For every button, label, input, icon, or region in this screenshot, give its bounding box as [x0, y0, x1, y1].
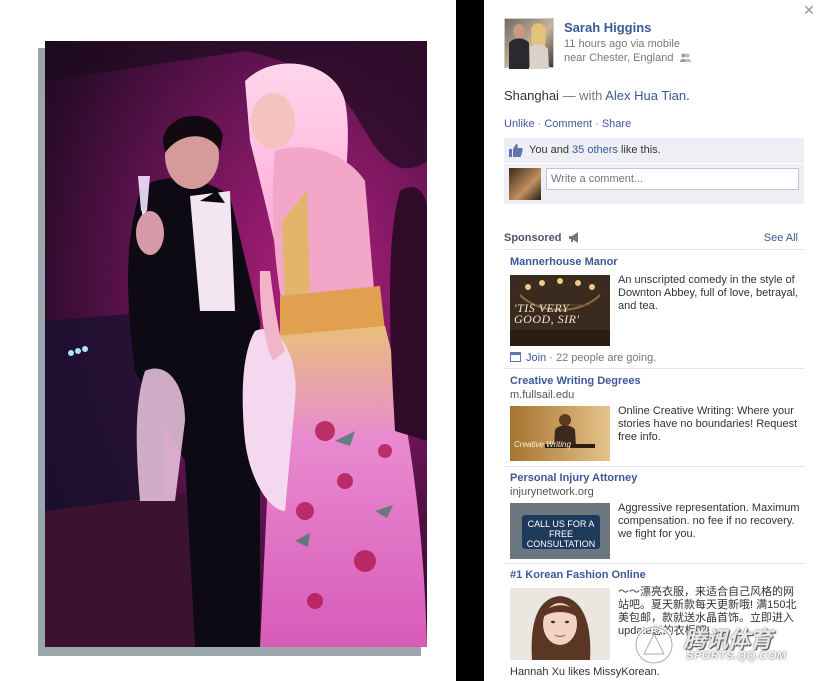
thumbs-up-icon	[509, 144, 523, 157]
action-separator: ·	[592, 118, 602, 130]
comment-input[interactable]	[546, 168, 799, 190]
post-author: Sarah Higgins 11 hours ago via mobile ne…	[504, 18, 794, 69]
author-name[interactable]: Sarah Higgins	[564, 20, 651, 35]
ad-title[interactable]: Creative Writing Degrees	[510, 375, 641, 387]
ad-image[interactable]: 'TIS VERY GOOD, SIR'	[510, 275, 610, 346]
avatar[interactable]	[504, 18, 554, 69]
ad-body: ～～漂亮衣服，来适合自己风格的网站吧。夏天新款每天更新哦! 满150北美包邮，款…	[618, 586, 797, 637]
likes-text: You and 35 others like this.	[529, 144, 661, 156]
ad-footer-text: · 22 people are going.	[546, 352, 657, 364]
main-photo[interactable]	[45, 41, 427, 647]
tagged-friend-link[interactable]: Alex Hua Tian	[605, 88, 686, 103]
ad-body: Aggressive representation. Maximum compe…	[618, 502, 800, 540]
likes-prefix: You and	[529, 144, 573, 156]
megaphone-icon[interactable]	[568, 232, 580, 243]
comment-composer	[504, 164, 804, 204]
see-all-link[interactable]: See All	[764, 232, 798, 244]
likes-suffix: like this.	[617, 144, 661, 156]
lightbox-divider	[456, 0, 484, 681]
ad-url[interactable]: injurynetwork.org	[510, 486, 594, 498]
sponsored-ad[interactable]: Mannerhouse Manor 'TIS VERY GOOD, SIR' A…	[504, 256, 804, 369]
action-separator: ·	[534, 118, 545, 130]
ad-body: An unscripted comedy in the style of Dow…	[618, 274, 799, 312]
sponsored-ad[interactable]: Creative Writing Degrees m.fullsail.edu …	[504, 375, 804, 467]
post-caption: Shanghai — with Alex Hua Tian.	[504, 88, 690, 103]
ad-image[interactable]: CALL US FOR A FREE CONSULTATION	[510, 503, 610, 559]
sponsored-label: Sponsored	[504, 232, 562, 244]
unlike-link[interactable]: Unlike	[504, 118, 535, 130]
join-link[interactable]: Join	[526, 352, 546, 364]
post-timestamp[interactable]: 11 hours ago via mobile	[564, 38, 680, 50]
post-location-row: near Chester, England	[564, 52, 691, 64]
comment-link[interactable]: Comment	[544, 118, 592, 130]
sponsored-header: Sponsored See All	[504, 230, 804, 250]
model-portrait-image	[510, 588, 610, 660]
ad-image-text: CALL US FOR A FREE CONSULTATION	[526, 519, 596, 549]
ad-title[interactable]: Mannerhouse Manor	[510, 256, 618, 268]
ad-footer: Join · 22 people are going.	[510, 352, 656, 364]
sponsored-ad[interactable]: Personal Injury Attorney injurynetwork.o…	[504, 472, 804, 564]
ad-title[interactable]: Personal Injury Attorney	[510, 472, 637, 484]
caption-with: — with	[558, 88, 606, 103]
photo-viewer	[0, 0, 456, 681]
likes-summary: You and 35 others like this.	[504, 138, 804, 163]
ad-body: Online Creative Writing: Where your stor…	[618, 405, 798, 443]
photo-sidebar: ✕ Sarah Higgins 11 hours ago via mobile …	[484, 0, 816, 681]
caption-end: .	[686, 88, 690, 103]
photo-illustration	[45, 41, 427, 647]
ad-image-text: Creative Writing	[514, 440, 571, 449]
friends-privacy-icon[interactable]	[679, 53, 691, 62]
post-location[interactable]: near Chester, England	[564, 52, 673, 64]
ad-title[interactable]: #1 Korean Fashion Online	[510, 569, 646, 581]
ad-image[interactable]	[510, 588, 610, 660]
ad-social-context: Hannah Xu likes MissyKorean.	[510, 666, 660, 678]
sponsored-ad[interactable]: #1 Korean Fashion Online ～～漂亮衣服，来适合自己风格的…	[504, 569, 804, 681]
likes-others-link[interactable]: 35 others	[572, 144, 618, 156]
creative-writing-image	[510, 406, 610, 461]
post-actions: Unlike · Comment · Share	[504, 118, 631, 130]
share-link[interactable]: Share	[602, 118, 631, 130]
ad-image[interactable]: Creative Writing	[510, 406, 610, 461]
caption-place: Shanghai	[504, 88, 559, 103]
avatar-image	[509, 23, 549, 69]
avatar	[509, 168, 541, 200]
close-icon[interactable]: ✕	[802, 3, 816, 17]
calendar-icon	[510, 352, 521, 362]
ad-image-text: 'TIS VERY GOOD, SIR'	[514, 301, 580, 326]
ad-url[interactable]: m.fullsail.edu	[510, 389, 574, 401]
